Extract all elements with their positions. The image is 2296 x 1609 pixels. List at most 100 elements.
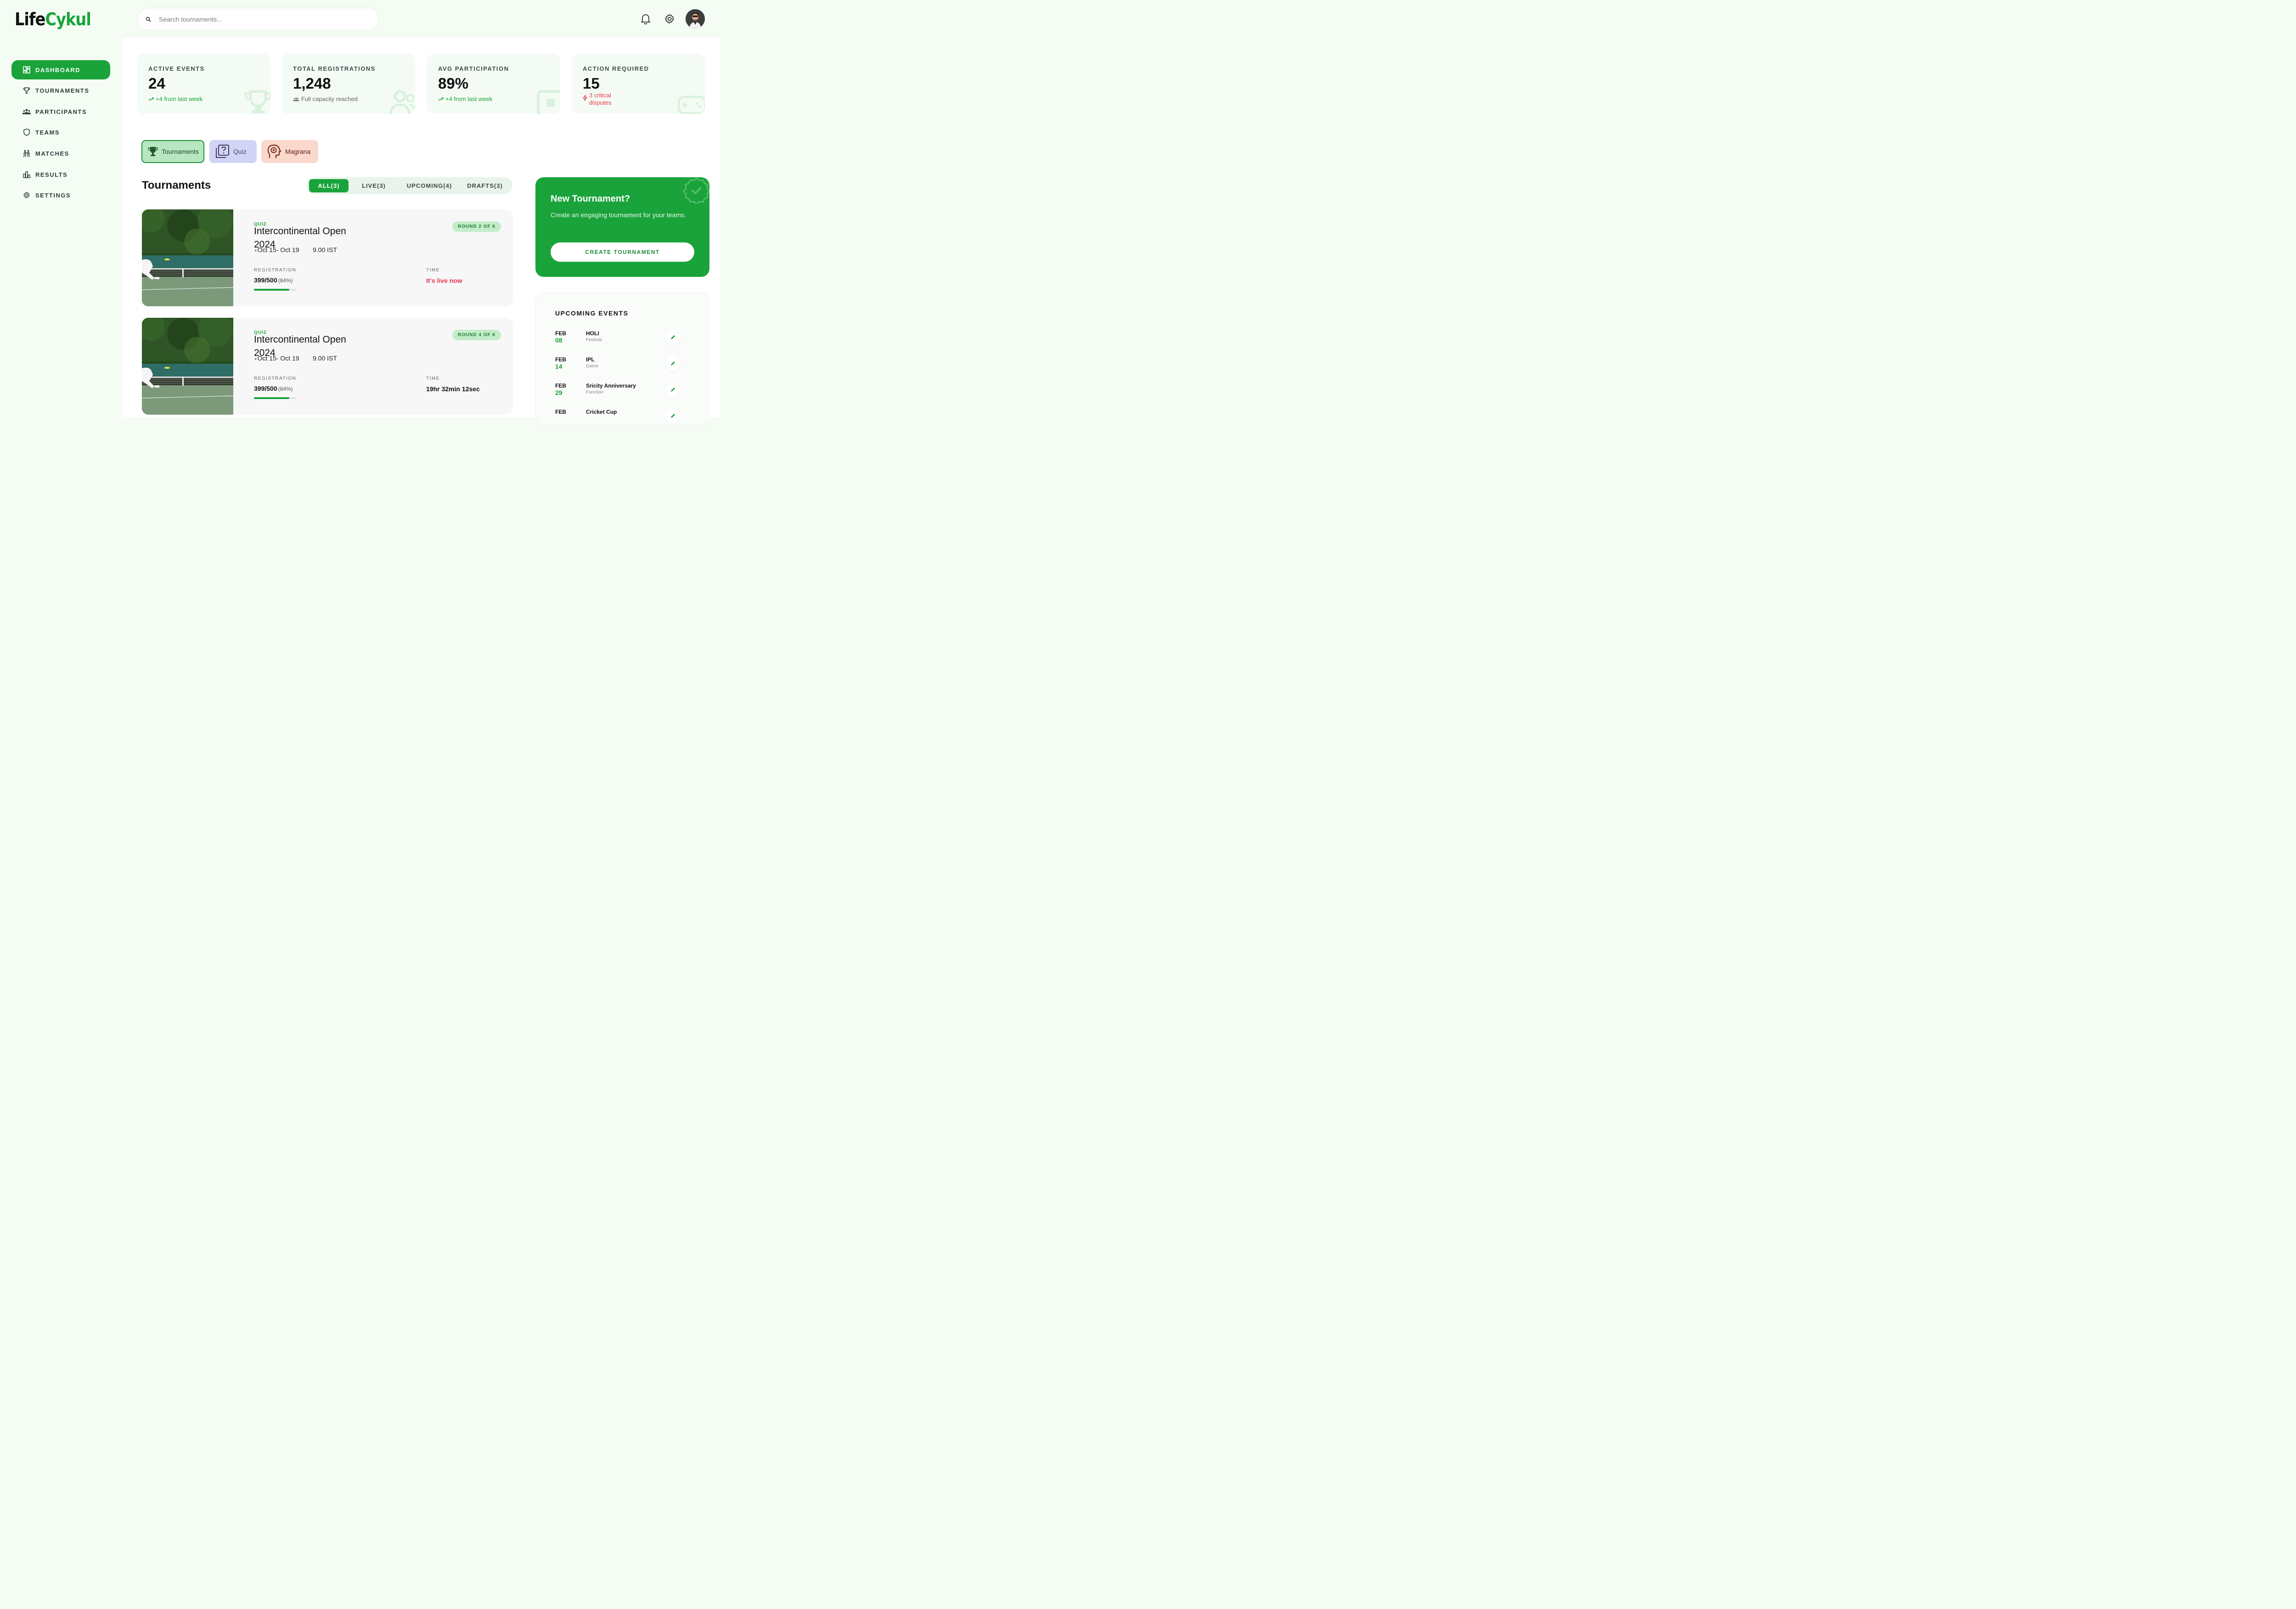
new-tournament-title: New Tournament? xyxy=(551,194,630,204)
stat-sub-line: 3 critical xyxy=(589,92,611,99)
event-type: Festival xyxy=(586,338,602,343)
edit-icon[interactable] xyxy=(665,356,680,371)
people-watermark-icon xyxy=(388,89,415,114)
stat-card-active-events: ACTIVE EVENTS 24 +4 from last week xyxy=(137,54,270,114)
round-badge: ROUND 2 OF 6 xyxy=(452,221,501,232)
results-icon xyxy=(23,170,31,179)
tournament-time: 9.00 IST xyxy=(313,354,337,362)
stat-value: 15 xyxy=(583,75,600,92)
registration-percent: (84%) xyxy=(278,386,293,392)
sidebar-item-dashboard[interactable]: DASHBOARD xyxy=(11,60,110,79)
upcoming-events-panel: UPCOMING EVENTS FEB 08 HOLI Festival FEB… xyxy=(535,292,709,425)
category-tournaments[interactable]: Tournaments xyxy=(141,140,204,163)
new-tournament-card: New Tournament? Create an engaging tourn… xyxy=(535,177,709,277)
stat-sub: 3 critical disputes xyxy=(583,92,611,107)
registration-value: 399/500 (84%) xyxy=(254,276,293,284)
people-icon xyxy=(23,107,31,116)
bolt-icon xyxy=(583,95,587,102)
sidebar-item-matches[interactable]: MATCHES xyxy=(11,144,110,163)
category-label: Magrana xyxy=(285,148,311,155)
tournament-card[interactable]: QUIZ Intercontinental Open 2024 • Oct 15- … xyxy=(142,209,513,306)
event-name: Cricket Cup xyxy=(586,409,617,415)
stat-sub-text: Full capacity reached xyxy=(301,96,358,102)
category-label: Tournaments xyxy=(162,148,199,155)
sidebar-item-results[interactable]: RESULTS xyxy=(11,165,110,184)
sidebar-item-label: RESULTS xyxy=(35,171,68,178)
stat-label: ACTION REQUIRED xyxy=(583,65,649,72)
registration-label: REGISTRATION xyxy=(254,268,297,273)
trophy-watermark-icon xyxy=(244,87,270,114)
event-item[interactable]: FEB 08 HOLI Festival xyxy=(555,330,693,353)
edit-icon[interactable] xyxy=(665,383,680,397)
tournament-dates: • Oct 15- Oct 19 xyxy=(255,246,299,253)
registration-percent: (84%) xyxy=(278,277,293,284)
event-name: HOLI xyxy=(586,330,599,337)
avatar[interactable] xyxy=(686,9,705,28)
registration-progress xyxy=(254,289,296,291)
app-logo[interactable]: LifeCykul xyxy=(15,9,91,29)
stat-sub-line: disputes xyxy=(589,99,612,106)
category-quiz[interactable]: Quiz xyxy=(209,140,257,163)
event-item[interactable]: FEB Cricket Cup xyxy=(555,409,693,425)
tournament-card[interactable]: QUIZ Intercontinental Open 2024 • Oct 15- … xyxy=(142,318,513,415)
time-value: It's live now xyxy=(426,277,462,284)
sidebar-item-teams[interactable]: TEAMS xyxy=(11,123,110,142)
registration-progress xyxy=(254,397,296,399)
registration-progress-fill xyxy=(254,397,290,399)
stat-label: AVG PARTICIPATION xyxy=(438,65,509,72)
create-tournament-button[interactable]: CREATE TOURNAMENT xyxy=(551,242,694,262)
stat-card-action-required: ACTION REQUIRED 15 3 critical disputes xyxy=(572,54,705,114)
edit-icon[interactable] xyxy=(665,330,680,345)
stat-sub-text: 3 critical disputes xyxy=(589,92,611,107)
tournament-dates-text: Oct 15- Oct 19 xyxy=(257,354,299,362)
stat-card-avg-participation: AVG PARTICIPATION 89% +4 from last week xyxy=(427,54,560,114)
people-icon xyxy=(293,96,299,103)
tab-live[interactable]: LIVE(3) xyxy=(354,179,394,192)
stat-value: 24 xyxy=(148,75,165,92)
sidebar-item-label: PARTICIPANTS xyxy=(35,108,87,115)
time-label: TIME xyxy=(426,376,440,381)
tab-upcoming[interactable]: UPCOMING(4) xyxy=(403,179,456,192)
stat-sub: +4 from last week xyxy=(148,96,203,103)
sidebar-item-participants[interactable]: PARTICIPANTS xyxy=(11,102,110,121)
search-icon xyxy=(145,16,152,23)
category-label: Quiz xyxy=(233,148,247,155)
event-day: 29 xyxy=(555,389,563,396)
sidebar-item-label: TOURNAMENTS xyxy=(35,87,90,94)
shield-icon xyxy=(23,128,31,136)
sidebar-item-label: MATCHES xyxy=(35,150,69,157)
filter-tabs: ALL(3) LIVE(3) UPCOMING(4) DRAFTS(3) xyxy=(307,177,512,194)
chart-watermark-icon xyxy=(536,90,560,114)
tab-all[interactable]: ALL(3) xyxy=(309,179,349,192)
tournament-name-line: Intercontinental Open xyxy=(254,334,346,345)
gear-icon[interactable] xyxy=(664,12,675,26)
sidebar-item-tournaments[interactable]: TOURNAMENTS xyxy=(11,81,110,100)
verified-badge-icon xyxy=(683,177,709,206)
registration-progress-fill xyxy=(254,289,290,291)
search-bar[interactable] xyxy=(137,8,379,30)
tab-drafts[interactable]: DRAFTS(3) xyxy=(464,179,506,192)
edit-icon[interactable] xyxy=(665,409,680,423)
category-magrana[interactable]: Magrana xyxy=(261,140,318,163)
event-name: IPL xyxy=(586,356,595,363)
event-month: FEB xyxy=(555,409,566,415)
event-item[interactable]: FEB 14 IPL Game xyxy=(555,356,693,379)
event-day: 08 xyxy=(555,337,563,344)
bell-icon[interactable] xyxy=(640,12,652,26)
sidebar-item-settings[interactable]: SETTINGS xyxy=(11,186,110,205)
event-day: 14 xyxy=(555,363,563,370)
registration-count: 399/500 xyxy=(254,276,277,284)
stat-sub: +4 from last week xyxy=(438,96,492,103)
upcoming-events-title: UPCOMING EVENTS xyxy=(555,309,629,317)
tournament-dates-text: Oct 15- Oct 19 xyxy=(257,246,299,253)
new-tournament-desc: Create an engaging tournament for your t… xyxy=(551,211,686,219)
tournament-image xyxy=(142,318,233,415)
stat-sub-text: +4 from last week xyxy=(156,96,203,102)
quiz-icon xyxy=(215,144,230,159)
trend-up-icon xyxy=(438,96,444,103)
logo-text-life: Life xyxy=(15,9,45,29)
stat-value: 89% xyxy=(438,75,469,92)
event-name: Sricity Anniversary xyxy=(586,383,636,389)
event-item[interactable]: FEB 29 Sricity Anniversary Function xyxy=(555,383,693,405)
search-input[interactable] xyxy=(159,15,352,23)
